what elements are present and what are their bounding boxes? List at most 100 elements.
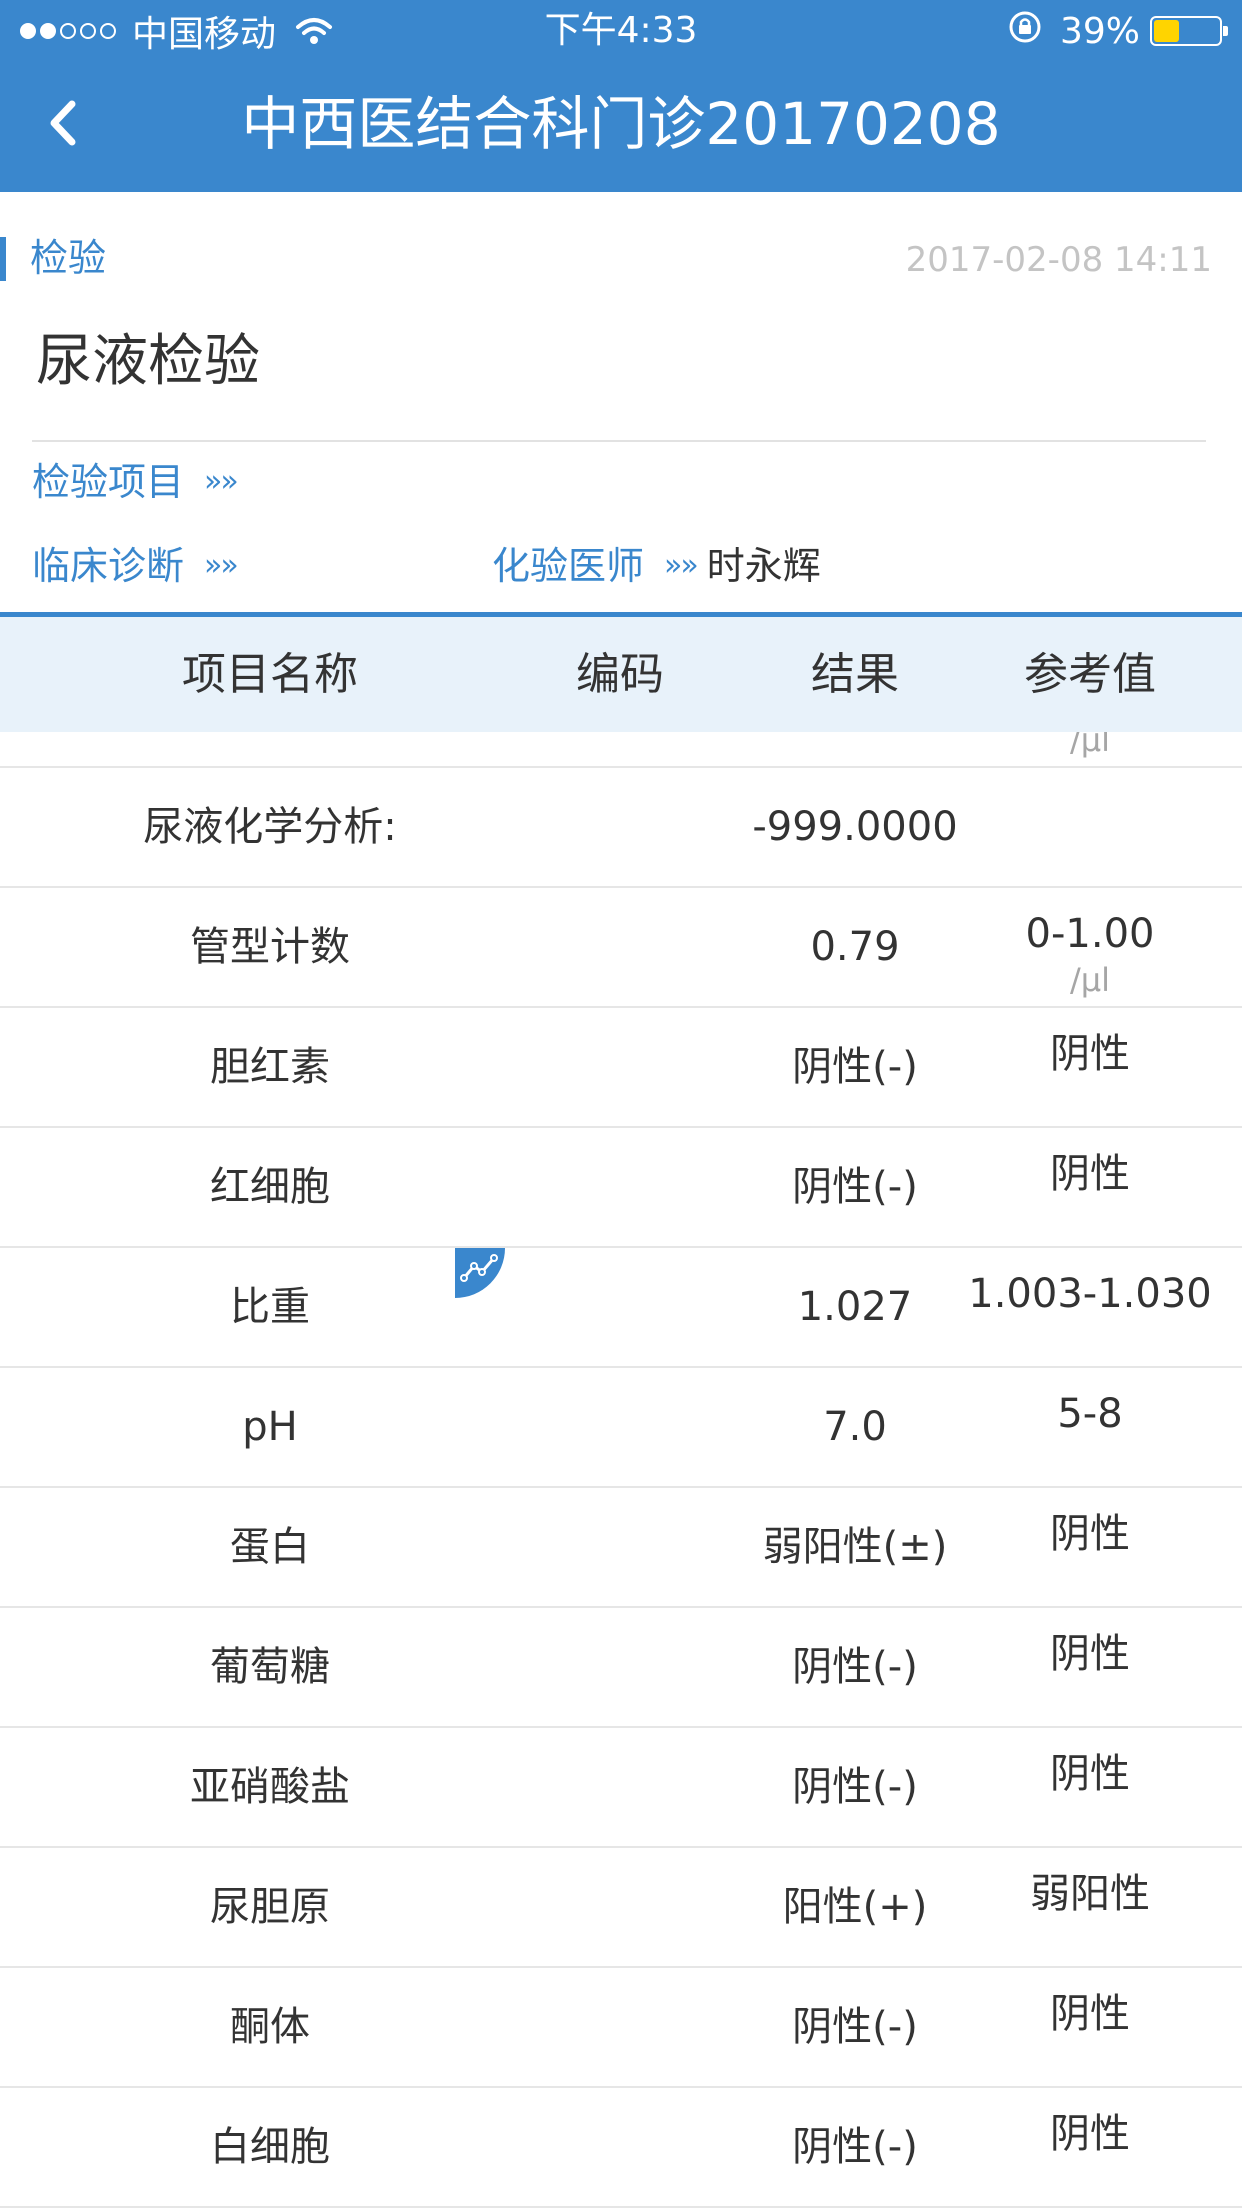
reference-value: 0-1.00 (1025, 911, 1155, 957)
results-table[interactable]: /µl 尿液化学分析: -999.0000 管型计数 0.79 0-1.00/µl 胆红素… (0, 732, 1242, 2208)
item-code-cell (520, 1488, 720, 1606)
item-result-cell: 阴性(-) (792, 1044, 918, 1090)
table-row[interactable]: 蛋白 弱阳性(±) 阴性 (0, 1488, 1242, 1608)
item-result-cell: 1.027 (797, 1284, 913, 1330)
table-row[interactable]: 尿液化学分析: -999.0000 (0, 768, 1242, 888)
column-header-result: 结果 (811, 649, 899, 700)
reference-cell: 1.003-1.030 (960, 1248, 1220, 1366)
item-result-cell: 阴性(-) (792, 1644, 918, 1690)
item-result-cell: 阴性(-) (792, 2124, 918, 2170)
reference-cell: 阴性 (960, 1728, 1220, 1846)
reference-value: 阴性 (1050, 1511, 1130, 1557)
trend-chart-icon (460, 1254, 498, 1282)
lab-doctor-label: 化验医师 (492, 544, 645, 588)
item-code-cell (520, 1728, 720, 1846)
triple-chevron-icon: »» (664, 548, 699, 583)
battery-percent: 39% (1059, 10, 1140, 52)
lab-doctor-value: 时永辉 (706, 544, 821, 588)
table-row[interactable]: 红细胞 阴性(-) 阴性 (0, 1128, 1242, 1248)
triple-chevron-icon: »» (204, 548, 239, 583)
category-accent-bar (0, 237, 6, 281)
reference-cell: 阴性 (960, 1488, 1220, 1606)
item-result-cell: 7.0 (823, 1404, 887, 1450)
item-code-cell (520, 1608, 720, 1726)
top-bar: 中国移动 下午4:33 39% 中西医结合科门诊20170208 (0, 0, 1242, 192)
table-row[interactable]: 酮体 阴性(-) 阴性 (0, 1968, 1242, 2088)
reference-cell (960, 768, 1220, 886)
item-code-cell (520, 1128, 720, 1246)
reference-value: 弱阳性 (1030, 1871, 1150, 1917)
item-code-cell (520, 1008, 720, 1126)
item-name-cell: 管型计数 (190, 924, 350, 970)
reference-value: 阴性 (1050, 1151, 1130, 1197)
divider (32, 440, 1206, 442)
item-code-cell (520, 1248, 720, 1366)
reference-cell: 阴性 (960, 1608, 1220, 1726)
item-name-cell: 胆红素 (210, 1044, 330, 1090)
item-result-cell: 阳性(+) (782, 1884, 928, 1930)
table-row[interactable]: 亚硝酸盐 阴性(-) 阴性 (0, 1728, 1242, 1848)
item-name-cell: 尿胆原 (210, 1884, 330, 1930)
table-row-partial: /µl (0, 732, 1242, 768)
item-code-cell (520, 1968, 720, 2086)
item-code-cell (520, 1848, 720, 1966)
report-datetime: 2017-02-08 14:11 (905, 240, 1212, 280)
navigation-bar: 中西医结合科门诊20170208 (0, 62, 1242, 192)
item-name-cell: 比重 (230, 1284, 310, 1330)
reference-unit: /µl (1069, 961, 1111, 999)
item-code-cell (520, 888, 720, 1006)
item-result-cell: 阴性(-) (792, 1764, 918, 1810)
reference-value: 阴性 (1050, 1751, 1130, 1797)
reference-cell: 5-8 (960, 1368, 1220, 1486)
column-header-code: 编码 (576, 649, 664, 700)
column-header-reference: 参考值 (1024, 649, 1156, 700)
item-result-cell: 弱阳性(±) (762, 1524, 948, 1570)
orientation-lock-icon (1008, 10, 1042, 53)
item-result-cell: 0.79 (810, 924, 900, 970)
lab-doctor-field: 化验医师 »» 时永辉 (492, 538, 821, 594)
table-row[interactable]: 胆红素 阴性(-) 阴性 (0, 1008, 1242, 1128)
reference-value: 阴性 (1050, 1631, 1130, 1677)
item-code-cell (520, 768, 720, 886)
item-name-cell: 蛋白 (230, 1524, 310, 1570)
table-row[interactable]: 白细胞 阴性(-) 阴性 (0, 2088, 1242, 2208)
triple-chevron-icon: »» (204, 464, 239, 499)
item-name-cell: 葡萄糖 (210, 1644, 330, 1690)
item-code-cell (520, 1368, 720, 1486)
table-row[interactable]: 比重 1.027 1.003-1.030 (0, 1248, 1242, 1368)
item-name-cell: 红细胞 (210, 1164, 330, 1210)
table-row[interactable]: pH 7.0 5-8 (0, 1368, 1242, 1488)
reference-cell: 阴性 (960, 2088, 1220, 2206)
reference-value: 阴性 (1050, 2111, 1130, 2157)
clinical-diagnosis-field[interactable]: 临床诊断 »» (32, 538, 239, 594)
page-title: 中西医结合科门诊20170208 (241, 90, 1001, 158)
item-result-cell: -999.0000 (752, 804, 958, 850)
category-tag: 检验 (30, 236, 107, 280)
reference-cell: 阴性 (960, 1968, 1220, 2086)
item-result-cell: 阴性(-) (792, 1164, 918, 1210)
item-name-cell: 白细胞 (210, 2124, 330, 2170)
item-name-cell: 亚硝酸盐 (190, 1764, 350, 1810)
report-info: 检验 2017-02-08 14:11 尿液检验 检验项目 »» 临床诊断 »»… (0, 192, 1242, 612)
table-header: 项目名称 编码 结果 参考值 (0, 612, 1242, 732)
reference-value: 阴性 (1050, 1031, 1130, 1077)
reference-cell: 阴性 (960, 1008, 1220, 1126)
item-name-cell: 酮体 (230, 2004, 310, 2050)
reference-cell: 弱阳性 (960, 1848, 1220, 1966)
report-title: 尿液检验 (36, 329, 260, 394)
reference-cell: 0-1.00/µl (960, 888, 1220, 1006)
clinical-diagnosis-label: 临床诊断 (32, 544, 185, 588)
reference-value: 阴性 (1050, 1991, 1130, 2037)
item-name-cell: 尿液化学分析: (143, 804, 397, 850)
test-items-label: 检验项目 (32, 460, 185, 504)
table-row[interactable]: 管型计数 0.79 0-1.00/µl (0, 888, 1242, 1008)
reference-unit: /µl (1069, 732, 1111, 759)
item-code-cell (520, 2088, 720, 2206)
table-row[interactable]: 尿胆原 阳性(+) 弱阳性 (0, 1848, 1242, 1968)
table-row[interactable]: 葡萄糖 阴性(-) 阴性 (0, 1608, 1242, 1728)
reference-cell: /µl (960, 732, 1220, 766)
column-header-name: 项目名称 (182, 649, 358, 700)
test-items-field[interactable]: 检验项目 »» (32, 454, 239, 510)
item-name-cell: pH (242, 1404, 298, 1450)
status-bar: 中国移动 下午4:33 39% (0, 0, 1242, 62)
